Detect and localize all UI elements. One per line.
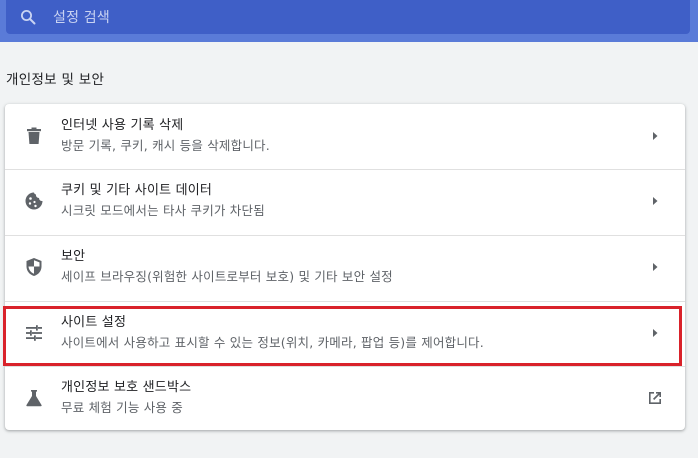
arrow-right-icon[interactable] bbox=[647, 128, 663, 144]
settings-header: 설정 검색 bbox=[0, 0, 698, 42]
row-sublabel: 무료 체험 기능 사용 중 bbox=[61, 400, 183, 415]
row-label: 보안 bbox=[61, 249, 86, 264]
divider bbox=[5, 235, 685, 236]
row-sublabel: 시크릿 모드에서는 타사 쿠키가 차단됨 bbox=[61, 203, 265, 218]
divider bbox=[5, 169, 685, 170]
privacy-settings-card: 인터넷 사용 기록 삭제 방문 기록, 쿠키, 캐시 등을 삭제합니다. 쿠키 … bbox=[5, 104, 685, 430]
site-settings-row[interactable]: 사이트 설정 사이트에서 사용하고 표시할 수 있는 정보(위치, 카메라, 팝… bbox=[5, 301, 685, 365]
cookies-row[interactable]: 쿠키 및 기타 사이트 데이터 시크릿 모드에서는 타사 쿠키가 차단됨 bbox=[5, 169, 685, 233]
row-label: 개인정보 보호 샌드박스 bbox=[61, 380, 192, 395]
trash-icon bbox=[24, 126, 44, 146]
cookie-icon bbox=[24, 191, 44, 211]
arrow-right-icon[interactable] bbox=[647, 193, 663, 209]
row-label: 인터넷 사용 기록 삭제 bbox=[61, 118, 184, 133]
divider bbox=[5, 366, 685, 367]
search-input[interactable]: 설정 검색 bbox=[53, 7, 110, 27]
arrow-right-icon[interactable] bbox=[647, 325, 663, 341]
open-in-new-icon[interactable] bbox=[647, 390, 663, 406]
search-icon bbox=[19, 8, 37, 26]
clear-browsing-data-row[interactable]: 인터넷 사용 기록 삭제 방문 기록, 쿠키, 캐시 등을 삭제합니다. bbox=[5, 104, 685, 168]
section-title: 개인정보 및 보안 bbox=[6, 72, 105, 88]
security-row[interactable]: 보안 세이프 브라우징(위험한 사이트로부터 보호) 및 기타 보안 설정 bbox=[5, 235, 685, 299]
divider bbox=[5, 301, 685, 302]
search-box[interactable]: 설정 검색 bbox=[6, 0, 690, 34]
tune-icon bbox=[24, 323, 44, 343]
row-sublabel: 방문 기록, 쿠키, 캐시 등을 삭제합니다. bbox=[61, 138, 270, 153]
row-sublabel: 사이트에서 사용하고 표시할 수 있는 정보(위치, 카메라, 팝업 등)를 제… bbox=[61, 335, 484, 350]
arrow-right-icon[interactable] bbox=[647, 259, 663, 275]
row-sublabel: 세이프 브라우징(위험한 사이트로부터 보호) 및 기타 보안 설정 bbox=[61, 269, 393, 284]
shield-icon bbox=[24, 257, 44, 277]
flask-icon bbox=[24, 388, 44, 408]
row-label: 사이트 설정 bbox=[61, 315, 127, 330]
row-label: 쿠키 및 기타 사이트 데이터 bbox=[61, 183, 213, 198]
privacy-sandbox-row[interactable]: 개인정보 보호 샌드박스 무료 체험 기능 사용 중 bbox=[5, 366, 685, 430]
